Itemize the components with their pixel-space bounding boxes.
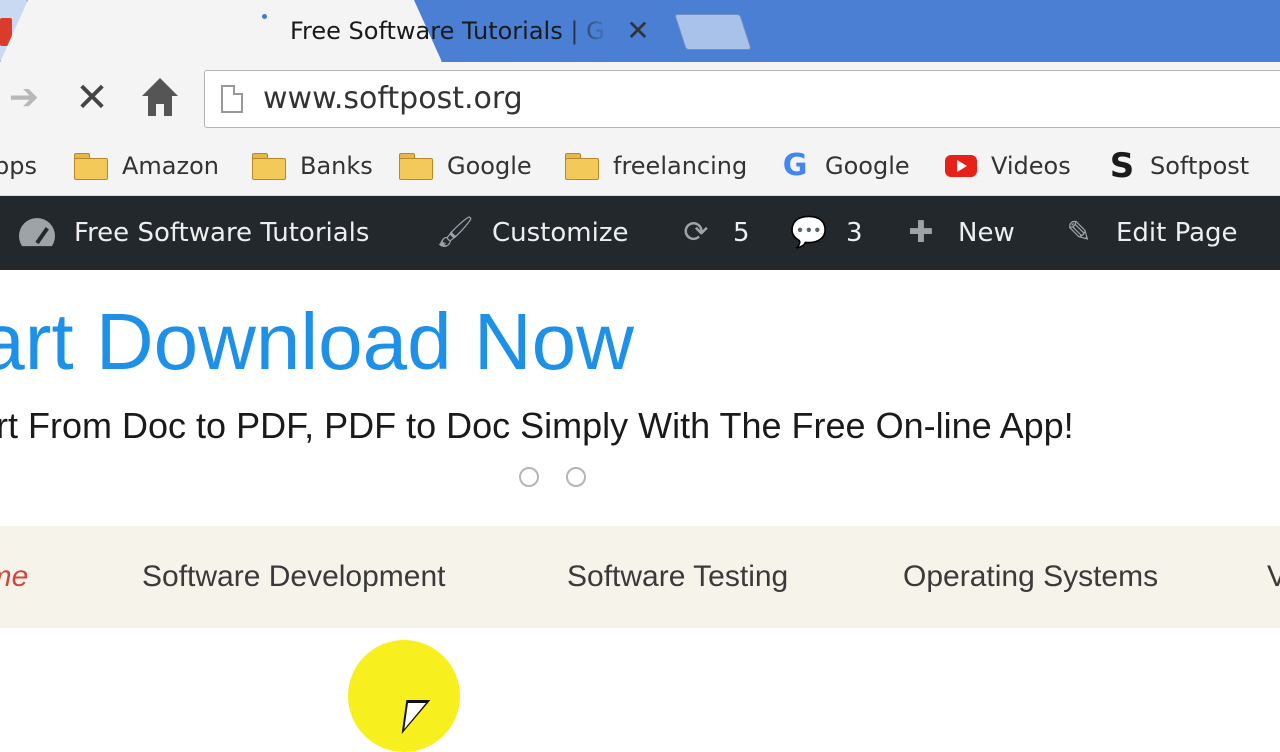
browser-toolbar: ➔ ✕ www.softpost.org (0, 62, 1280, 136)
admin-item-label: Free Software Tutorials (74, 218, 370, 248)
folder-icon (74, 153, 108, 180)
softpost-s-icon: S (1109, 146, 1135, 186)
tab-title: Free Software Tutorials | G (290, 17, 605, 45)
tab-close-icon[interactable]: ✕ (624, 14, 652, 48)
stop-loading-button[interactable]: ✕ (72, 78, 112, 118)
admin-item-label: Edit Page (1116, 218, 1238, 248)
bookmark-label: pps (0, 152, 37, 180)
home-icon (142, 78, 178, 96)
nav-software-testing[interactable]: Software Testing (567, 556, 788, 598)
updates-icon: ⟳ (683, 215, 709, 250)
bookmark-label: Videos (991, 152, 1071, 180)
home-button[interactable] (140, 76, 180, 120)
comment-icon: 💬 (790, 215, 828, 250)
home-icon-door (156, 104, 164, 116)
banner-subtitle: nvert From Doc to PDF, PDF to Doc Simply… (0, 405, 1074, 446)
admin-updates[interactable]: ⟳ 5 (677, 212, 750, 254)
bookmark-label: Amazon (122, 152, 219, 180)
plus-icon: ✚ (908, 215, 934, 250)
address-bar[interactable]: www.softpost.org (204, 70, 1280, 128)
new-tab-button[interactable] (674, 14, 752, 50)
folder-icon (399, 153, 433, 180)
nav-home[interactable]: ome (0, 556, 28, 598)
banner-title[interactable]: tart Download Now (0, 290, 634, 394)
tab-strip: S Free Software Tutorials | G ✕ (0, 0, 1280, 62)
admin-new[interactable]: ✚ New (902, 212, 1015, 254)
url-text[interactable]: www.softpost.org (263, 79, 523, 119)
admin-site-name[interactable]: Free Software Tutorials (18, 212, 369, 254)
bookmark-videos[interactable]: Videos (945, 146, 1071, 186)
youtube-icon (945, 155, 977, 177)
bookmark-freelancing[interactable]: freelancing (565, 146, 747, 186)
folder-icon (252, 153, 286, 180)
pencil-icon: ✎ (1066, 215, 1092, 250)
nav-next-item[interactable]: V (1267, 556, 1280, 598)
bookmark-label: freelancing (613, 152, 748, 180)
loading-icon (262, 14, 267, 19)
site-nav: ome Software Development Software Testin… (0, 526, 1280, 628)
nav-software-development[interactable]: Software Development (142, 556, 446, 598)
nav-operating-systems[interactable]: Operating Systems (903, 556, 1158, 598)
admin-item-label: 5 (733, 218, 750, 248)
bookmarks-bar: pps Amazon Banks Google freelancing G Go… (0, 136, 1280, 196)
bookmark-google[interactable]: G Google (779, 146, 910, 186)
admin-comments[interactable]: 💬 3 (790, 212, 863, 254)
slider-dot-2[interactable] (566, 467, 586, 487)
admin-customize[interactable]: 🖌 Customize (436, 212, 628, 254)
google-g-icon: G (782, 148, 808, 183)
admin-item-label: Customize (492, 218, 629, 248)
mouse-cursor-icon (401, 700, 431, 734)
bookmark-softpost[interactable]: S Softpost (1106, 146, 1249, 186)
admin-edit-page[interactable]: ✎ Edit Page (1060, 212, 1238, 254)
bookmark-label: Softpost (1150, 152, 1250, 180)
wp-admin-bar: Free Software Tutorials 🖌 Customize ⟳ 5 … (0, 196, 1280, 270)
folder-icon (565, 153, 599, 180)
cursor-highlight (348, 640, 460, 752)
admin-item-label: New (958, 218, 1015, 248)
bookmark-banks[interactable]: Banks (252, 146, 373, 186)
dashboard-icon (18, 216, 56, 250)
bookmark-label: Google (825, 152, 910, 180)
bookmark-apps[interactable]: pps (0, 146, 37, 186)
page-icon (221, 85, 243, 113)
brush-icon: 🖌 (436, 215, 475, 250)
bookmark-google-folder[interactable]: Google (399, 146, 532, 186)
slider-dot-1[interactable] (519, 467, 539, 487)
bookmark-label: Banks (300, 152, 373, 180)
bookmark-label: Google (447, 152, 532, 180)
bookmark-amazon[interactable]: Amazon (74, 146, 219, 186)
admin-item-label: 3 (846, 218, 863, 248)
forward-button[interactable]: ➔ (4, 78, 44, 118)
